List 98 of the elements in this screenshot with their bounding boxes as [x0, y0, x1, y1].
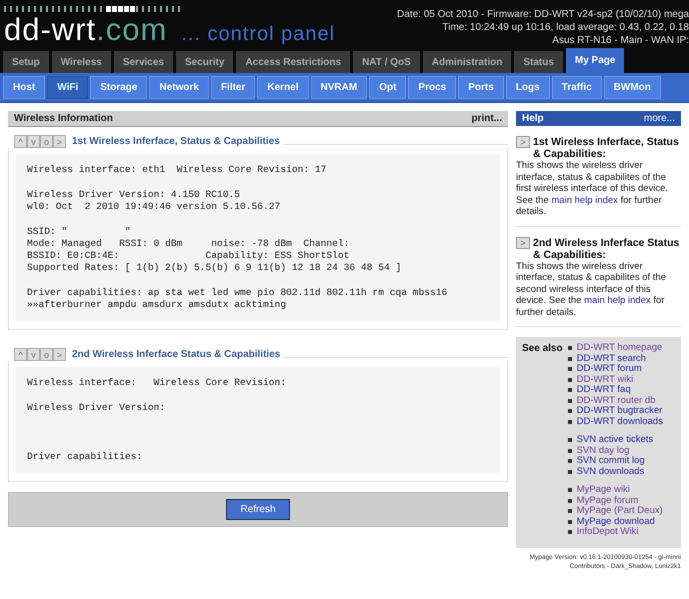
panel-control-button[interactable]: o [40, 135, 53, 148]
see-also-link[interactable]: DD-WRT router db [576, 396, 656, 406]
main-tab[interactable]: Setup [3, 51, 49, 73]
logo-text: dd-wrt [4, 12, 96, 47]
main-tab[interactable]: NAT / QoS [353, 51, 420, 73]
output-line: Driver capabilities: [27, 451, 142, 463]
sub-tab[interactable]: Ports [458, 76, 504, 99]
sub-tab[interactable]: Storage [90, 76, 148, 99]
main-tab[interactable]: Access Restrictions [236, 51, 350, 73]
see-also-link[interactable]: SVN commit log [576, 456, 645, 466]
bullet-icon [568, 520, 572, 524]
see-also-link[interactable]: DD-WRT forum [576, 364, 642, 374]
bullet-icon [568, 356, 572, 361]
sub-tab[interactable]: Traffic [552, 76, 602, 99]
see-also-label: See also [522, 343, 563, 356]
see-also-link[interactable]: MyPage forum [576, 496, 638, 506]
output-line: SSID: " " [27, 226, 131, 238]
see-also-link[interactable]: DD-WRT search [576, 354, 646, 364]
print-link[interactable]: print... [471, 113, 502, 124]
see-also-link[interactable]: DD-WRT wiki [576, 374, 634, 385]
help-link[interactable]: main help index [584, 295, 651, 306]
bullet-icon [568, 470, 572, 474]
sub-tab[interactable]: BWMon [604, 76, 661, 99]
bullet-icon [568, 398, 572, 403]
bullet-icon [568, 420, 572, 424]
bullet-icon [568, 530, 572, 534]
bullet-icon [568, 448, 572, 453]
help-text: This shows the wireless driver interface, status & capabilites of the second wireless interface of this device. See the main help index for further details. [516, 260, 667, 318]
help-text: This shows the wireless driver interface, status & capabilites of the first wireless interface of this device. See the main help index for further details. [516, 160, 670, 218]
see-also-link[interactable]: SVN day log [576, 446, 630, 456]
firmware-info: Asus RT-N16 - Main - WAN IP: [552, 34, 689, 47]
see-also-link[interactable]: SVN downloads [576, 466, 644, 477]
sub-tab[interactable]: Procs [408, 76, 456, 99]
expand-button[interactable]: > [516, 236, 530, 248]
sub-tab[interactable]: Network [149, 76, 209, 99]
output-line: BSSID: E0:CB:4E: Capability: ESS ShortSlot [27, 250, 350, 262]
output-line: Mode: Managed RSSI: 0 dBm noise: -78 dBm Channel: [27, 238, 350, 250]
output-line: Supported Rates: [ 1(b) 2(b) 5.5(b) 6 9 11(b) 12 18 24 36 48 54 ] [27, 262, 402, 274]
bullet-icon [568, 367, 572, 372]
output-line: wl0: Oct 2 2010 19:49:46 version 5.10.56.27 [27, 201, 280, 213]
sub-tab[interactable]: Logs [506, 76, 550, 99]
more-link[interactable]: more... [644, 113, 675, 124]
see-also-link[interactable]: InfoDepot Wiki [576, 527, 638, 538]
see-also-link[interactable]: SVN active tickets [576, 435, 654, 446]
logo-tagline: ... control panel [181, 23, 336, 46]
main-tab[interactable]: My Page [566, 48, 624, 73]
panel-control-button[interactable]: v [27, 135, 40, 148]
bullet-icon [568, 438, 572, 442]
help-title: Help [522, 113, 544, 124]
panel-control-button[interactable]: ^ [14, 348, 27, 361]
main-tab[interactable]: Wireless [52, 51, 111, 73]
sub-tab[interactable]: Opt [369, 76, 406, 99]
panel-control-button[interactable]: > [53, 135, 66, 148]
help-link[interactable]: main help index [551, 194, 618, 206]
firmware-info: Date: 05 Oct 2010 - Firmware: DD-WRT v24-sp2 (10/02/10) mega [397, 8, 689, 21]
expand-button[interactable]: > [516, 136, 530, 148]
sub-tab[interactable]: Host [3, 76, 46, 99]
see-also-link[interactable]: DD-WRT faq [576, 385, 631, 396]
section-title: Wireless Information [14, 113, 113, 124]
main-tab[interactable]: Services [114, 51, 173, 73]
main-tab[interactable]: Status [514, 51, 563, 73]
help-heading: 1st Wireless Inferface, Status & Capabilities: [533, 136, 680, 160]
logo-suffix: .com [96, 12, 168, 47]
sub-tab[interactable]: NVRAM [310, 76, 368, 99]
bullet-icon [568, 378, 572, 382]
output-line: Wireless Driver Version: 4.150 RC10.5 [27, 189, 240, 201]
panel-control-button[interactable]: o [40, 348, 53, 361]
see-also-link[interactable]: DD-WRT homepage [576, 343, 662, 354]
firmware-info: Time: 10:24:49 up 10:16, load average: 0.43, 0.22, 0.18 [442, 21, 689, 34]
output-line: Wireless interface: eth1 Wireless Core Revision: 17 [27, 164, 326, 176]
see-also-link[interactable]: DD-WRT bugtracker [576, 406, 662, 416]
bullet-icon [568, 509, 572, 514]
see-also-link[interactable]: DD-WRT downloads [576, 416, 663, 427]
bullet-icon [568, 388, 572, 392]
bullet-icon [568, 409, 572, 414]
bullet-icon [568, 346, 572, 350]
panel-control-button[interactable]: > [53, 348, 66, 361]
main-tab[interactable]: Security [176, 51, 234, 73]
sub-tab[interactable]: Filter [210, 76, 256, 99]
panel-control-button[interactable]: ^ [14, 135, 27, 148]
bullet-icon [568, 498, 572, 503]
main-tab[interactable]: Administration [422, 51, 512, 73]
sub-tab[interactable]: Kernel [257, 76, 309, 99]
see-also-link[interactable]: MyPage wiki [576, 485, 630, 496]
see-also-link[interactable]: MyPage (Part Deux) [576, 506, 663, 516]
sub-tab[interactable]: WiFi [47, 76, 88, 99]
panel-control-button[interactable]: v [27, 348, 40, 361]
help-heading: 2nd Wireless Inferface Status & Capabilities: [533, 236, 680, 260]
output-line: »»afterburner ampdu amsdurx amsdutx acktiming [27, 299, 286, 311]
see-also-link[interactable]: MyPage download [576, 516, 655, 527]
output-line: Wireless Driver Version: [27, 402, 166, 414]
output-line: Wireless interface: Wireless Core Revision: [27, 377, 286, 389]
output-line: Driver capabilities: ap sta wet led wme pio 802.11d 802.11h rm cqa mbss16 [27, 287, 448, 299]
refresh-button[interactable]: Refresh [226, 499, 290, 520]
bullet-icon [568, 459, 572, 464]
bullet-icon [568, 488, 572, 492]
fieldset-legend: 1st Wireless Inferface, Status & Capabilities [72, 136, 280, 147]
fieldset-legend: 2nd Wireless Inferface Status & Capabilities [72, 349, 280, 360]
